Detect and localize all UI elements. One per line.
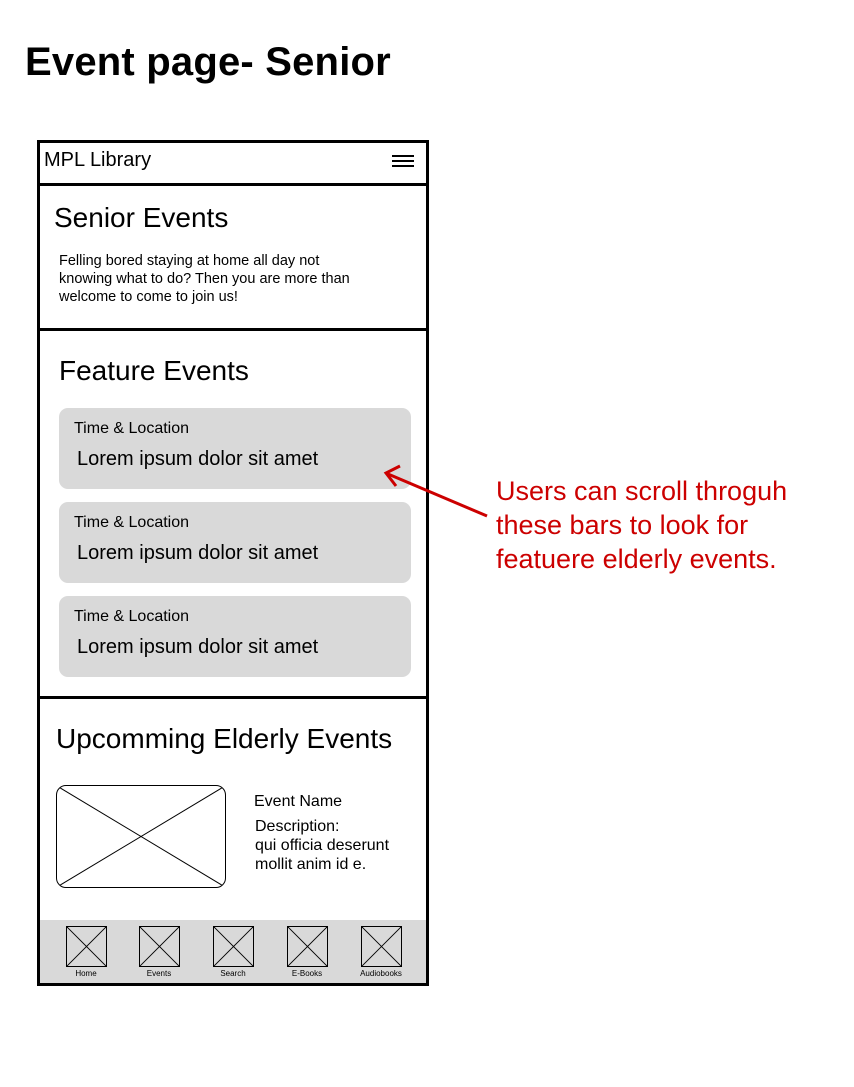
nav-audiobooks[interactable]: Audiobooks	[351, 926, 411, 978]
app-title: MPL Library	[44, 149, 152, 171]
ebooks-icon	[286, 926, 328, 967]
event-title: Lorem ipsum dolor sit amet	[77, 448, 319, 470]
featured-event-card[interactable]: Time & Location Lorem ipsum dolor sit am…	[59, 596, 411, 677]
featured-event-card[interactable]: Time & Location Lorem ipsum dolor sit am…	[59, 502, 411, 583]
phone-frame: MPL Library Senior Events Felling bored …	[37, 140, 429, 986]
event-time-location: Time & Location	[74, 420, 190, 437]
upcoming-events-section: Upcomming Elderly Events Event Name Desc…	[40, 699, 426, 919]
top-bar: MPL Library	[40, 143, 426, 186]
search-icon	[212, 926, 254, 967]
home-icon	[65, 926, 107, 967]
event-time-location: Time & Location	[74, 608, 190, 625]
annotation-arrow-icon	[383, 464, 488, 518]
bottom-nav: Home Events Search E-Books Audiobooks	[40, 920, 426, 983]
nav-label: E-Books	[291, 969, 323, 978]
section-heading: Upcomming Elderly Events	[56, 723, 393, 754]
featured-event-card[interactable]: Time & Location Lorem ipsum dolor sit am…	[59, 408, 411, 489]
event-time-location: Time & Location	[74, 514, 190, 531]
section-heading: Feature Events	[59, 355, 249, 386]
annotation-note: Users can scroll throguh these bars to l…	[496, 476, 788, 574]
event-title: Lorem ipsum dolor sit amet	[77, 542, 319, 564]
nav-label: Audiobooks	[360, 969, 402, 978]
event-image-placeholder[interactable]	[56, 785, 226, 888]
page-title: Event page- Senior	[25, 40, 391, 84]
hamburger-menu-icon[interactable]	[392, 155, 414, 169]
nav-search[interactable]: Search	[203, 926, 263, 978]
nav-events[interactable]: Events	[129, 926, 189, 978]
event-title: Lorem ipsum dolor sit amet	[77, 636, 319, 658]
events-icon	[138, 926, 180, 967]
nav-label: Events	[146, 969, 172, 978]
intro-section: Senior Events Felling bored staying at h…	[40, 186, 426, 331]
nav-label: Home	[75, 969, 97, 978]
nav-ebooks[interactable]: E-Books	[277, 926, 337, 978]
event-description: Description: qui officia deserunt mollit…	[255, 818, 390, 873]
section-heading: Senior Events	[54, 202, 229, 233]
nav-label: Search	[220, 969, 246, 978]
featured-events-section: Feature Events Time & Location Lorem ips…	[40, 331, 426, 699]
nav-home[interactable]: Home	[56, 926, 116, 978]
event-name[interactable]: Event Name	[254, 793, 342, 811]
audiobooks-icon	[360, 926, 402, 967]
intro-text: Felling bored staying at home all day no…	[59, 253, 350, 305]
